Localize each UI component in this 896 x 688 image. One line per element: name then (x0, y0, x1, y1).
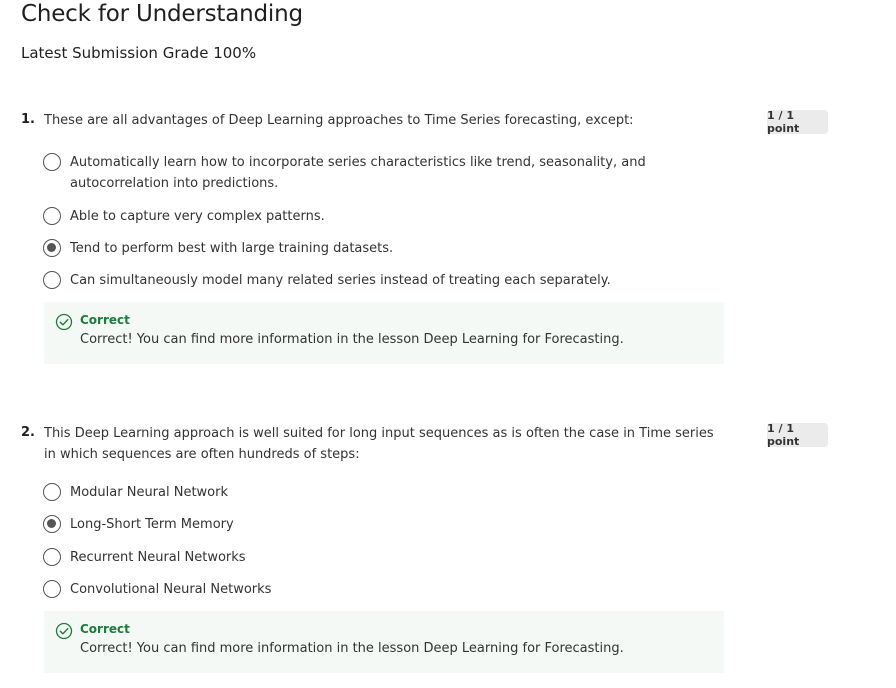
radio-button[interactable] (43, 515, 61, 533)
feedback-box: Correct Correct! You can find more infor… (44, 302, 724, 364)
feedback-status: Correct (80, 313, 130, 327)
option-1[interactable]: Automatically learn how to incorporate s… (43, 152, 723, 194)
radio-button[interactable] (43, 207, 61, 225)
option-label: Convolutional Neural Networks (70, 582, 272, 597)
option-label: Tend to perform best with large training… (70, 241, 394, 256)
option-4[interactable]: Convolutional Neural Networks (43, 579, 723, 600)
option-2[interactable]: Long-Short Term Memory (43, 514, 723, 535)
points-badge: 1 / 1 point (767, 109, 828, 135)
radio-button[interactable] (43, 153, 61, 171)
feedback-box: Correct Correct! You can find more infor… (44, 611, 724, 673)
option-label: Modular Neural Network (70, 485, 229, 500)
radio-button[interactable] (43, 580, 61, 598)
option-label: Recurrent Neural Networks (70, 550, 246, 565)
question-number: 2. (21, 425, 35, 440)
option-3[interactable]: Recurrent Neural Networks (43, 547, 723, 568)
question-text: This Deep Learning approach is well suit… (44, 426, 714, 462)
feedback-message: Correct! You can find more information i… (80, 641, 624, 656)
option-2[interactable]: Able to capture very complex patterns. (43, 206, 723, 227)
option-label: Can simultaneously model many related se… (70, 273, 611, 288)
page-title: Check for Understanding (21, 1, 303, 27)
option-label: Automatically learn how to incorporate s… (70, 155, 646, 191)
question-number: 1. (21, 112, 35, 127)
radio-button[interactable] (43, 548, 61, 566)
feedback-message: Correct! You can find more information i… (80, 332, 624, 347)
option-label: Able to capture very complex patterns. (70, 209, 325, 224)
option-1[interactable]: Modular Neural Network (43, 482, 723, 503)
radio-button[interactable] (43, 271, 61, 289)
points-badge: 1 / 1 point (767, 422, 828, 448)
feedback-status: Correct (80, 622, 130, 636)
question-text: These are all advantages of Deep Learnin… (44, 113, 634, 128)
check-circle-icon (55, 622, 73, 640)
check-circle-icon (55, 313, 73, 331)
option-4[interactable]: Can simultaneously model many related se… (43, 270, 723, 291)
option-3[interactable]: Tend to perform best with large training… (43, 238, 723, 259)
grade-label: Latest Submission Grade 100% (21, 44, 257, 62)
radio-button[interactable] (43, 483, 61, 501)
radio-button[interactable] (43, 239, 61, 257)
option-label: Long-Short Term Memory (70, 517, 234, 532)
